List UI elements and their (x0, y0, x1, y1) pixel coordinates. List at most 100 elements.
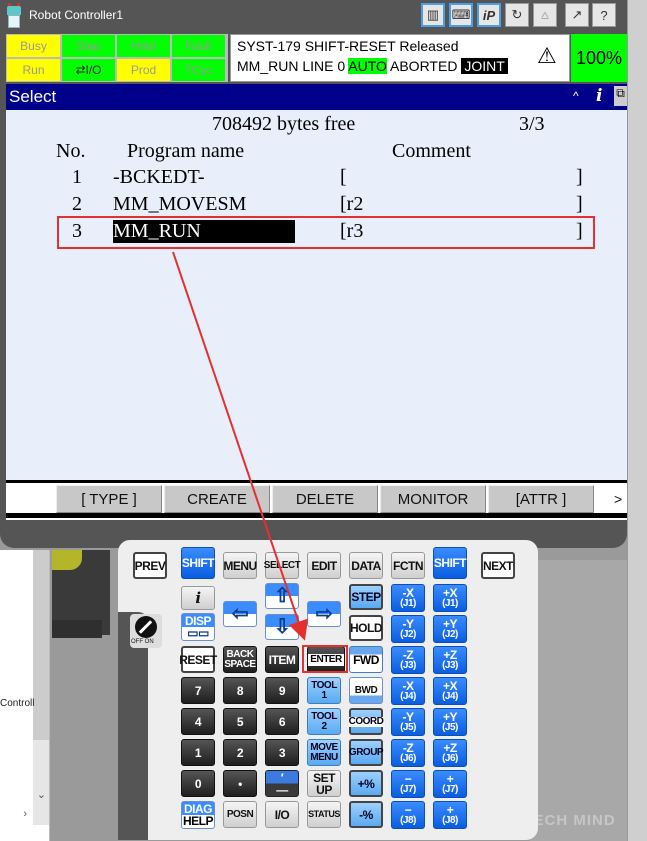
status-key[interactable]: STATUS (307, 801, 341, 828)
jog-minus-j5[interactable]: -Y (J5) (391, 708, 425, 736)
screen-header: Select ^ i ⧉ (6, 84, 627, 110)
io-key[interactable]: I/O (265, 801, 299, 828)
reset-key[interactable]: RESET (179, 646, 217, 673)
setup-key[interactable]: SET UP (307, 770, 341, 797)
ip-icon[interactable]: iP (477, 3, 501, 27)
disp-key[interactable]: DISP ▭▭ (181, 613, 215, 641)
jog-minus-j6[interactable]: -Z (J6) (391, 739, 425, 767)
move-menu-key[interactable]: MOVE MENU (307, 739, 341, 766)
annotation-highlight-row (57, 216, 595, 249)
speed-up-key[interactable]: +% (349, 770, 383, 797)
shift-key-left[interactable]: SHIFT (181, 547, 215, 579)
program-select-screen: 708492 bytes free 3/3 No. Program name C… (6, 110, 627, 480)
function-next-button[interactable]: > (614, 491, 622, 507)
chevron-right-icon[interactable]: › (23, 808, 27, 820)
jog-plus-j7[interactable]: + (J7) (433, 770, 467, 798)
jog-plus-j1[interactable]: +X (J1) (433, 584, 467, 612)
enable-switch[interactable]: OFF ON (130, 614, 162, 648)
digit-key-2[interactable]: 2 (223, 739, 257, 766)
header-comment: Comment (392, 140, 471, 162)
jog-minus-j3[interactable]: -Z (J3) (391, 646, 425, 674)
jog-minus-j8[interactable]: − (J8) (391, 801, 425, 829)
posn-key[interactable]: POSN (223, 801, 257, 828)
info-icon[interactable]: i (596, 86, 602, 106)
keyboard-icon[interactable]: ⌨ (449, 3, 473, 27)
digit-key-7[interactable]: 7 (181, 677, 215, 704)
jog-plus-j2[interactable]: +Y (J2) (433, 615, 467, 643)
program-comment: [ (340, 166, 347, 188)
step-key[interactable]: STEP (349, 584, 383, 610)
status-tcyc: TCyc (172, 59, 225, 81)
jog-minus-j4[interactable]: -X (J4) (391, 677, 425, 705)
pendant-icon[interactable]: ▥ (421, 3, 445, 27)
data-key[interactable]: DATA (349, 552, 383, 579)
status-label: TCyc (184, 63, 213, 77)
status-busy: Busy (7, 35, 60, 57)
digit-key-4[interactable]: 4 (181, 708, 215, 735)
program-status-line: MM_RUN LINE 0 AUTO ABORTED JOINT (237, 58, 508, 74)
edit-key[interactable]: EDIT (307, 552, 341, 579)
tool1-key[interactable]: TOOL 1 (307, 677, 341, 704)
jog-plus-j4[interactable]: +X (J4) (433, 677, 467, 705)
up-arrow-key[interactable]: ⇧ (265, 583, 299, 609)
group-key[interactable]: GROUP (349, 739, 384, 766)
side-panel-item[interactable]: Controll (0, 698, 34, 709)
digit-key-6[interactable]: 6 (265, 708, 299, 735)
digit-key-0[interactable]: 0 (181, 770, 215, 797)
diag-help-key[interactable]: DIAG HELP (181, 801, 215, 829)
export-icon[interactable]: ↗ (565, 3, 589, 27)
jog-minus-j2[interactable]: -Y (J2) (391, 615, 425, 643)
fctn-key[interactable]: FCTN (391, 552, 425, 579)
window-title: Robot Controller1 (29, 8, 124, 22)
status-label: Prod (130, 63, 157, 77)
robot-icon[interactable]: ⩟ (533, 3, 557, 27)
hold-key[interactable]: HOLD (349, 615, 383, 641)
function-key-monitor[interactable]: MONITOR (380, 485, 486, 513)
speed-down-key[interactable]: -% (349, 801, 383, 828)
main-scrollbar[interactable] (627, 0, 647, 841)
jog-plus-j5[interactable]: +Y (J5) (433, 708, 467, 736)
jog-minus-j7[interactable]: − (J7) (391, 770, 425, 798)
function-key-create[interactable]: CREATE (164, 485, 270, 513)
right-arrow-key[interactable]: ⇨ (307, 601, 341, 627)
status-label: Step (76, 39, 101, 53)
down-arrow-key[interactable]: ⇩ (265, 614, 299, 640)
side-panel-scrollbar[interactable] (33, 550, 49, 825)
jog-plus-j8[interactable]: + (J8) (433, 801, 467, 829)
item-key[interactable]: ITEM (265, 646, 299, 673)
digit-key-3[interactable]: 3 (265, 739, 299, 766)
menu-key[interactable]: MENU (223, 552, 257, 579)
function-key-type[interactable]: [ TYPE ] (56, 485, 162, 513)
coord-key[interactable]: COORD (348, 708, 384, 735)
override-speed: 100% (571, 34, 627, 82)
maximize-icon[interactable]: ⧉ (614, 86, 627, 106)
digit-key-9[interactable]: 9 (265, 677, 299, 704)
chevron-down-icon[interactable]: ⌄ (37, 788, 46, 801)
header-program-name: Program name (127, 140, 245, 162)
fwd-key[interactable]: FWD (349, 646, 383, 673)
select-key[interactable]: SELECT (264, 552, 301, 579)
help-icon[interactable]: ? (592, 3, 616, 27)
minus-comma-key[interactable]: ′ — (265, 770, 299, 797)
jog-plus-j3[interactable]: +Z (J3) (433, 646, 467, 674)
refresh-icon[interactable]: ↻ (505, 3, 529, 27)
status-label: Busy (20, 39, 47, 53)
info-key[interactable]: i (181, 586, 215, 610)
left-arrow-key[interactable]: ⇦ (223, 601, 257, 627)
jog-minus-j1[interactable]: -X (J1) (391, 584, 425, 612)
function-key-attr[interactable]: [ATTR ] (488, 485, 594, 513)
bwd-key[interactable]: BWD (349, 677, 383, 704)
digit-key-1[interactable]: 1 (181, 739, 215, 766)
prev-key[interactable]: PREV (133, 552, 167, 579)
digit-key-8[interactable]: 8 (223, 677, 257, 704)
caret-up-icon[interactable]: ^ (573, 89, 579, 103)
backspace-key[interactable]: BACK SPACE (223, 646, 257, 673)
scrollbar-thumb[interactable] (33, 550, 49, 740)
digit-key-5[interactable]: 5 (223, 708, 257, 735)
dot-key[interactable]: • (223, 770, 257, 797)
function-key-delete[interactable]: DELETE (272, 485, 378, 513)
next-key[interactable]: NEXT (481, 552, 515, 579)
shift-key-right[interactable]: SHIFT (433, 547, 467, 579)
jog-plus-j6[interactable]: +Z (J6) (433, 739, 467, 767)
tool2-key[interactable]: TOOL 2 (307, 708, 341, 735)
